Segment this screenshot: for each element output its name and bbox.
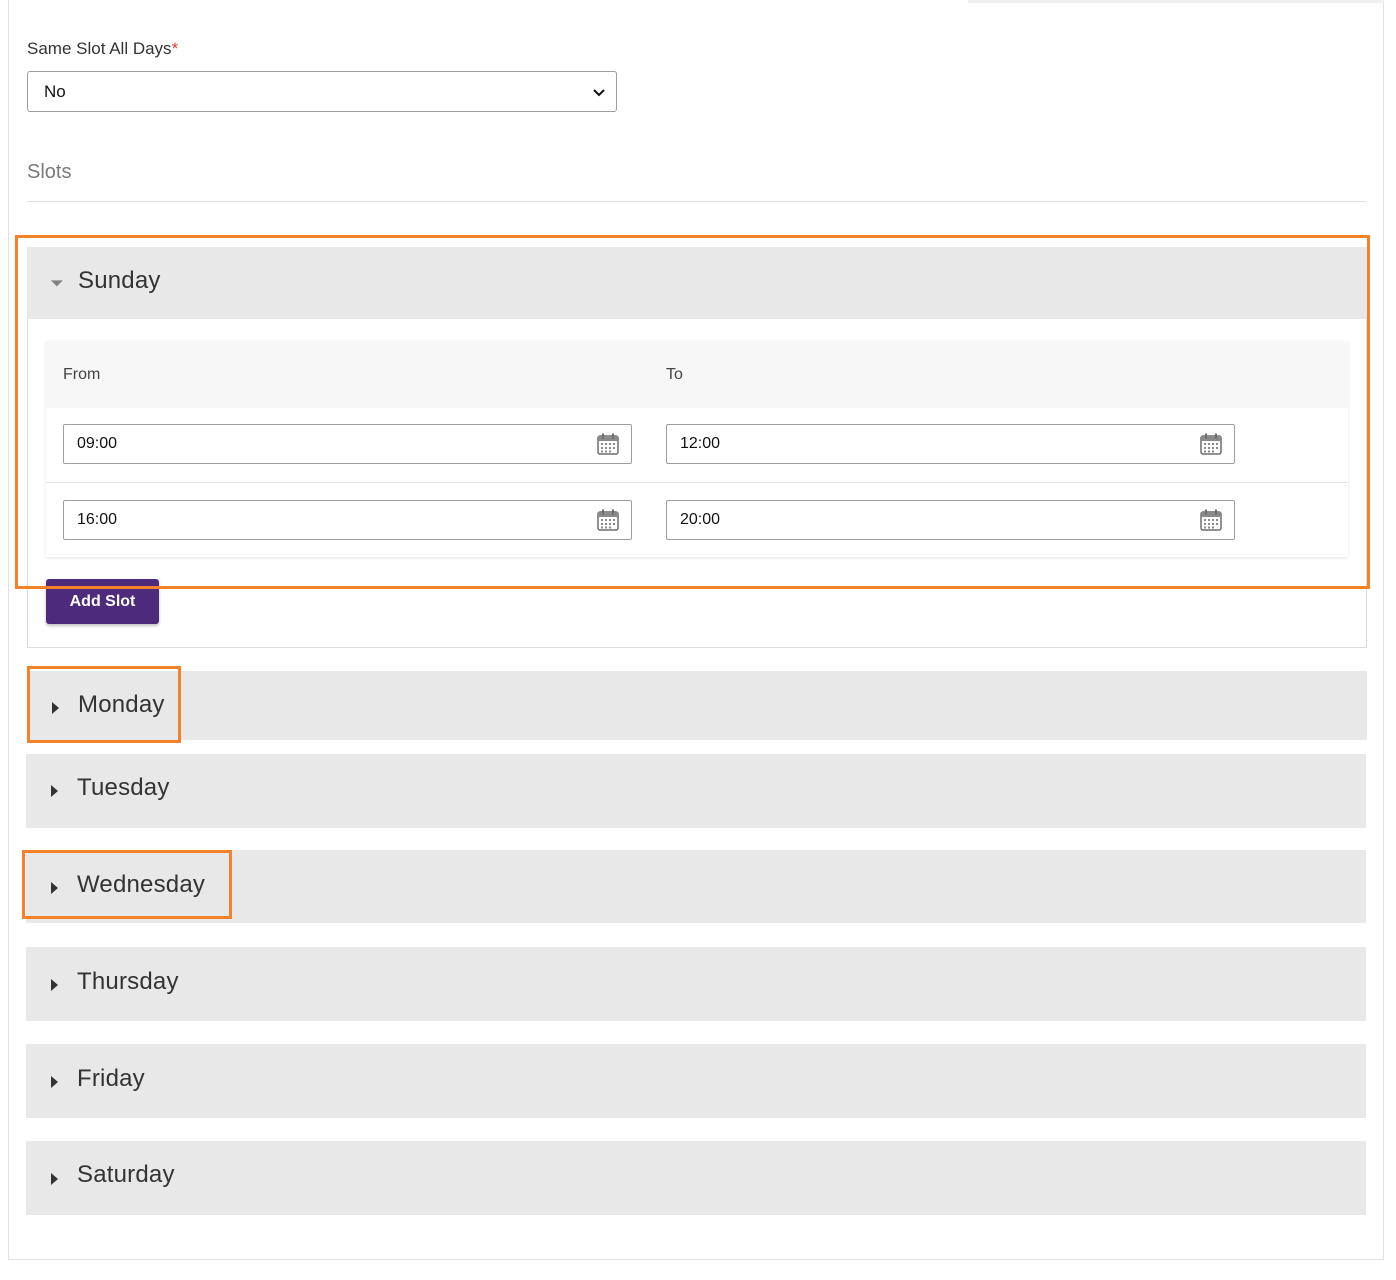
from-time-value: 16:00 — [77, 511, 118, 528]
day-label: Monday — [78, 691, 165, 718]
chevron-down-icon — [593, 89, 605, 97]
same-slot-select[interactable]: No — [27, 71, 617, 112]
calendar-icon[interactable] — [597, 509, 619, 531]
day-label: Friday — [77, 1065, 145, 1092]
slots-table-header: From To — [46, 341, 1348, 408]
day-header-tuesday[interactable]: Tuesday — [26, 754, 1366, 828]
from-column-header: From — [63, 366, 101, 383]
top-strip — [968, 0, 1384, 3]
day-label: Tuesday — [77, 774, 170, 801]
from-time-input[interactable]: 09:00 — [63, 424, 632, 464]
required-marker: * — [171, 39, 179, 58]
calendar-icon[interactable] — [1200, 509, 1222, 531]
day-header-thursday[interactable]: Thursday — [26, 947, 1366, 1021]
caret-right-icon — [52, 702, 59, 714]
slots-title: Slots — [27, 161, 72, 183]
to-column-header: To — [666, 366, 683, 383]
day-header-wednesday[interactable]: Wednesday — [26, 850, 1366, 923]
day-label: Wednesday — [77, 871, 206, 898]
section-divider — [27, 201, 1366, 202]
same-slot-value: No — [44, 82, 66, 101]
add-slot-button[interactable]: Add Slot — [46, 579, 159, 624]
day-header-saturday[interactable]: Saturday — [26, 1141, 1366, 1215]
day-label: Thursday — [77, 968, 179, 995]
to-time-value: 20:00 — [680, 511, 721, 528]
caret-right-icon — [51, 979, 58, 991]
slots-table: From To 09:00 12:00 16:00 20:00 — [46, 341, 1348, 557]
caret-right-icon — [51, 785, 58, 797]
from-time-input[interactable]: 16:00 — [63, 500, 632, 540]
day-header-monday[interactable]: Monday — [27, 671, 1367, 740]
caret-down-icon — [50, 280, 63, 287]
slot-row: 16:00 20:00 — [46, 482, 1348, 558]
caret-right-icon — [51, 1076, 58, 1088]
slot-row: 09:00 12:00 — [46, 408, 1348, 483]
day-header-sunday[interactable]: Sunday — [27, 247, 1367, 319]
day-label: Saturday — [77, 1161, 175, 1188]
calendar-icon[interactable] — [1200, 433, 1222, 455]
calendar-icon[interactable] — [597, 433, 619, 455]
same-slot-label: Same Slot All Days* — [27, 39, 179, 58]
day-label: Sunday — [78, 267, 161, 294]
to-time-value: 12:00 — [680, 435, 721, 452]
caret-right-icon — [51, 1173, 58, 1185]
to-time-input[interactable]: 12:00 — [666, 424, 1235, 464]
to-time-input[interactable]: 20:00 — [666, 500, 1235, 540]
day-header-friday[interactable]: Friday — [26, 1044, 1366, 1118]
caret-right-icon — [51, 882, 58, 894]
from-time-value: 09:00 — [77, 435, 118, 452]
